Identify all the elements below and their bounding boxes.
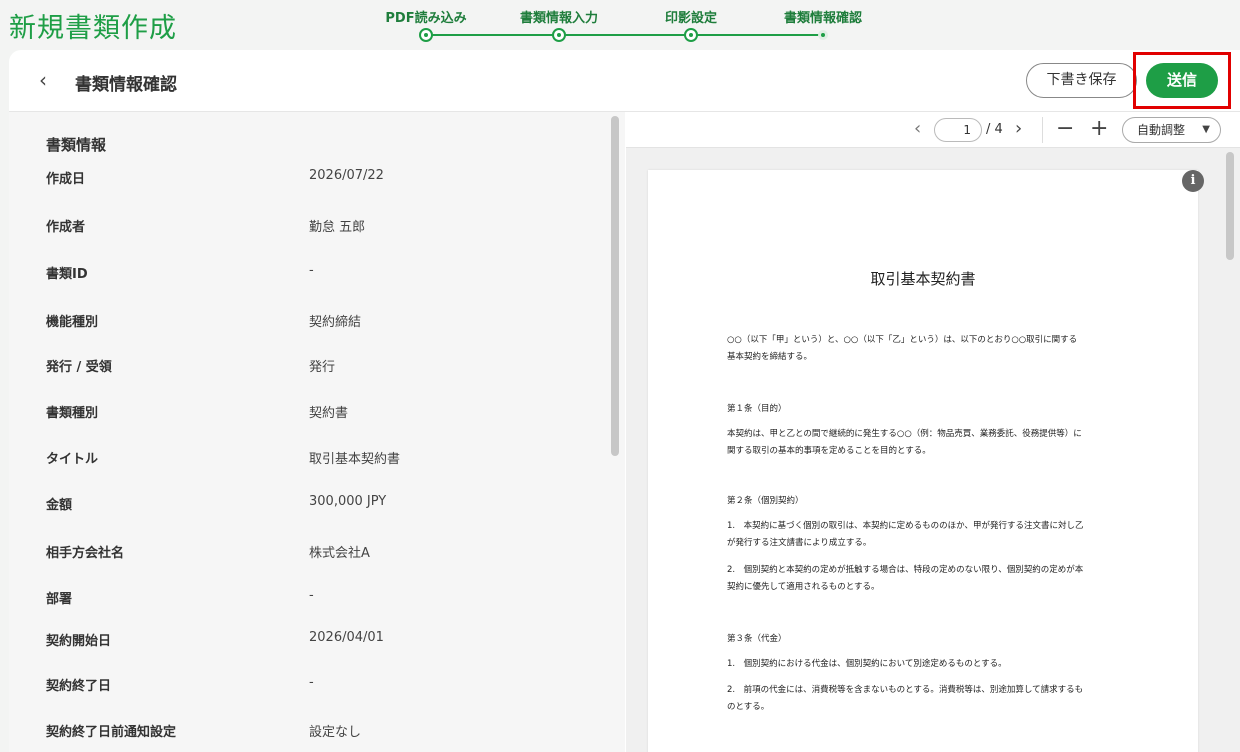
- page-total: / 4: [986, 122, 1003, 137]
- step-label-confirm: 書類情報確認: [783, 11, 863, 26]
- info-value: -: [309, 263, 314, 278]
- progress-stepper: PDF読み込み 書類情報入力 印影設定 書類情報確認: [370, 0, 870, 48]
- zoom-out-icon[interactable]: −: [1056, 118, 1074, 140]
- document-info-panel: 書類情報 作成日 2026/07/22 作成者 勤怠 五郎書類ID - 機能種別 契約締結発…: [9, 112, 625, 752]
- info-label: 契約終了日: [46, 679, 112, 694]
- info-label: 作成日: [46, 172, 86, 187]
- step-label-pdf: PDF読み込み: [385, 11, 467, 26]
- step-dot-done: [684, 28, 698, 42]
- viewer-toolbar: ‹ 1 / 4 › − + 自動調整 ▼: [626, 112, 1240, 148]
- viewer-scrollbar[interactable]: [1226, 152, 1234, 260]
- page-header: ‹ 書類情報確認 下書き保存 送信: [9, 50, 1240, 112]
- info-label: 金額: [46, 498, 73, 513]
- doc-paragraph: 本契約は、甲と乙との間で継続的に発生する○○（例：物品売買、業務委託、役務提供等…: [727, 429, 1082, 456]
- next-page-icon[interactable]: ›: [1015, 118, 1022, 140]
- stepper-line: [426, 34, 823, 36]
- doc-paragraph: ○○（以下「甲」という）と、○○（以下「乙」という）は、以下のとおり○○取引に関…: [727, 335, 1078, 362]
- info-label: 書類ID: [46, 267, 88, 282]
- info-label: 契約開始日: [46, 634, 112, 649]
- info-value: 契約締結: [309, 315, 362, 330]
- main-card: ‹ 書類情報確認 下書き保存 送信 書類情報 作成日 2026/07/22 作成者 勤…: [9, 50, 1240, 752]
- info-value: 取引基本契約書: [309, 452, 401, 467]
- info-value: 2026/07/22: [309, 168, 384, 183]
- page-title: 書類情報確認: [75, 75, 177, 95]
- step-dot-done: [419, 28, 433, 42]
- doc-paragraph: 2. 前項の代金には、消費税等を含まないものとする。消費税等は、別途加算して請求…: [727, 685, 1084, 712]
- doc-paragraph: 2. 個別契約と本契約の定めが抵触する場合は、特段の定めのない限り、個別契約の定…: [727, 565, 1084, 592]
- info-label: タイトル: [46, 452, 99, 467]
- info-icon[interactable]: i: [1182, 170, 1204, 192]
- doc-heading: 第３条（代金）: [727, 634, 787, 644]
- zoom-select[interactable]: 自動調整 ▼: [1122, 117, 1221, 143]
- caret-down-icon: ▼: [1202, 124, 1210, 135]
- info-label: 契約終了日前通知設定: [46, 725, 177, 740]
- info-value: 勤怠 五郎: [309, 220, 366, 235]
- page-number-input[interactable]: 1: [934, 118, 982, 142]
- doc-heading: 第１条（目的）: [727, 404, 787, 414]
- back-chevron-icon[interactable]: ‹: [39, 69, 47, 91]
- info-label: 相手方会社名: [46, 546, 125, 561]
- send-button[interactable]: 送信: [1146, 63, 1218, 98]
- info-value: 株式会社A: [309, 546, 370, 561]
- info-label: 書類種別: [46, 406, 99, 421]
- section-title: 書類情報: [46, 136, 107, 154]
- info-value: 2026/04/01: [309, 630, 384, 645]
- save-draft-button[interactable]: 下書き保存: [1026, 63, 1137, 98]
- info-value: 設定なし: [309, 725, 362, 740]
- info-label: 作成者: [46, 220, 86, 235]
- step-label-seal: 印影設定: [664, 11, 718, 26]
- doc-paragraph: 1. 個別契約における代金は、個別契約において別途定めるものとする。: [727, 659, 1007, 669]
- step-dot-done: [552, 28, 566, 42]
- info-value: -: [309, 588, 314, 603]
- zoom-in-icon[interactable]: +: [1090, 118, 1108, 140]
- document-title: 取引基本契約書: [870, 270, 976, 288]
- info-label: 部署: [46, 592, 73, 607]
- pdf-page: i 取引基本契約書 ○○（以下「甲」という）と、○○（以下「乙」という）は、以下…: [648, 170, 1204, 752]
- zoom-mode-label: 自動調整: [1137, 123, 1186, 137]
- info-scrollbar[interactable]: [611, 116, 619, 456]
- pdf-viewer: ‹ 1 / 4 › − + 自動調整 ▼ i 取引基本契約書 ○○（以下「甲」と…: [626, 112, 1240, 752]
- info-label: 発行 / 受領: [46, 360, 112, 375]
- step-dot-current: [818, 30, 828, 40]
- info-label: 機能種別: [46, 315, 99, 330]
- app-title: 新規書類作成: [9, 13, 177, 44]
- info-value: 300,000 JPY: [309, 494, 387, 509]
- doc-paragraph: 1. 本契約に基づく個別の取引は、本契約に定めるもののほか、甲が発行する注文書に…: [727, 521, 1084, 548]
- prev-page-icon[interactable]: ‹: [914, 118, 921, 140]
- info-value: 発行: [309, 360, 336, 375]
- step-label-info-input: 書類情報入力: [519, 11, 599, 26]
- doc-heading: 第２条（個別契約）: [727, 496, 804, 506]
- info-value: -: [309, 675, 314, 690]
- toolbar-divider: [1042, 117, 1043, 143]
- info-value: 契約書: [309, 406, 349, 421]
